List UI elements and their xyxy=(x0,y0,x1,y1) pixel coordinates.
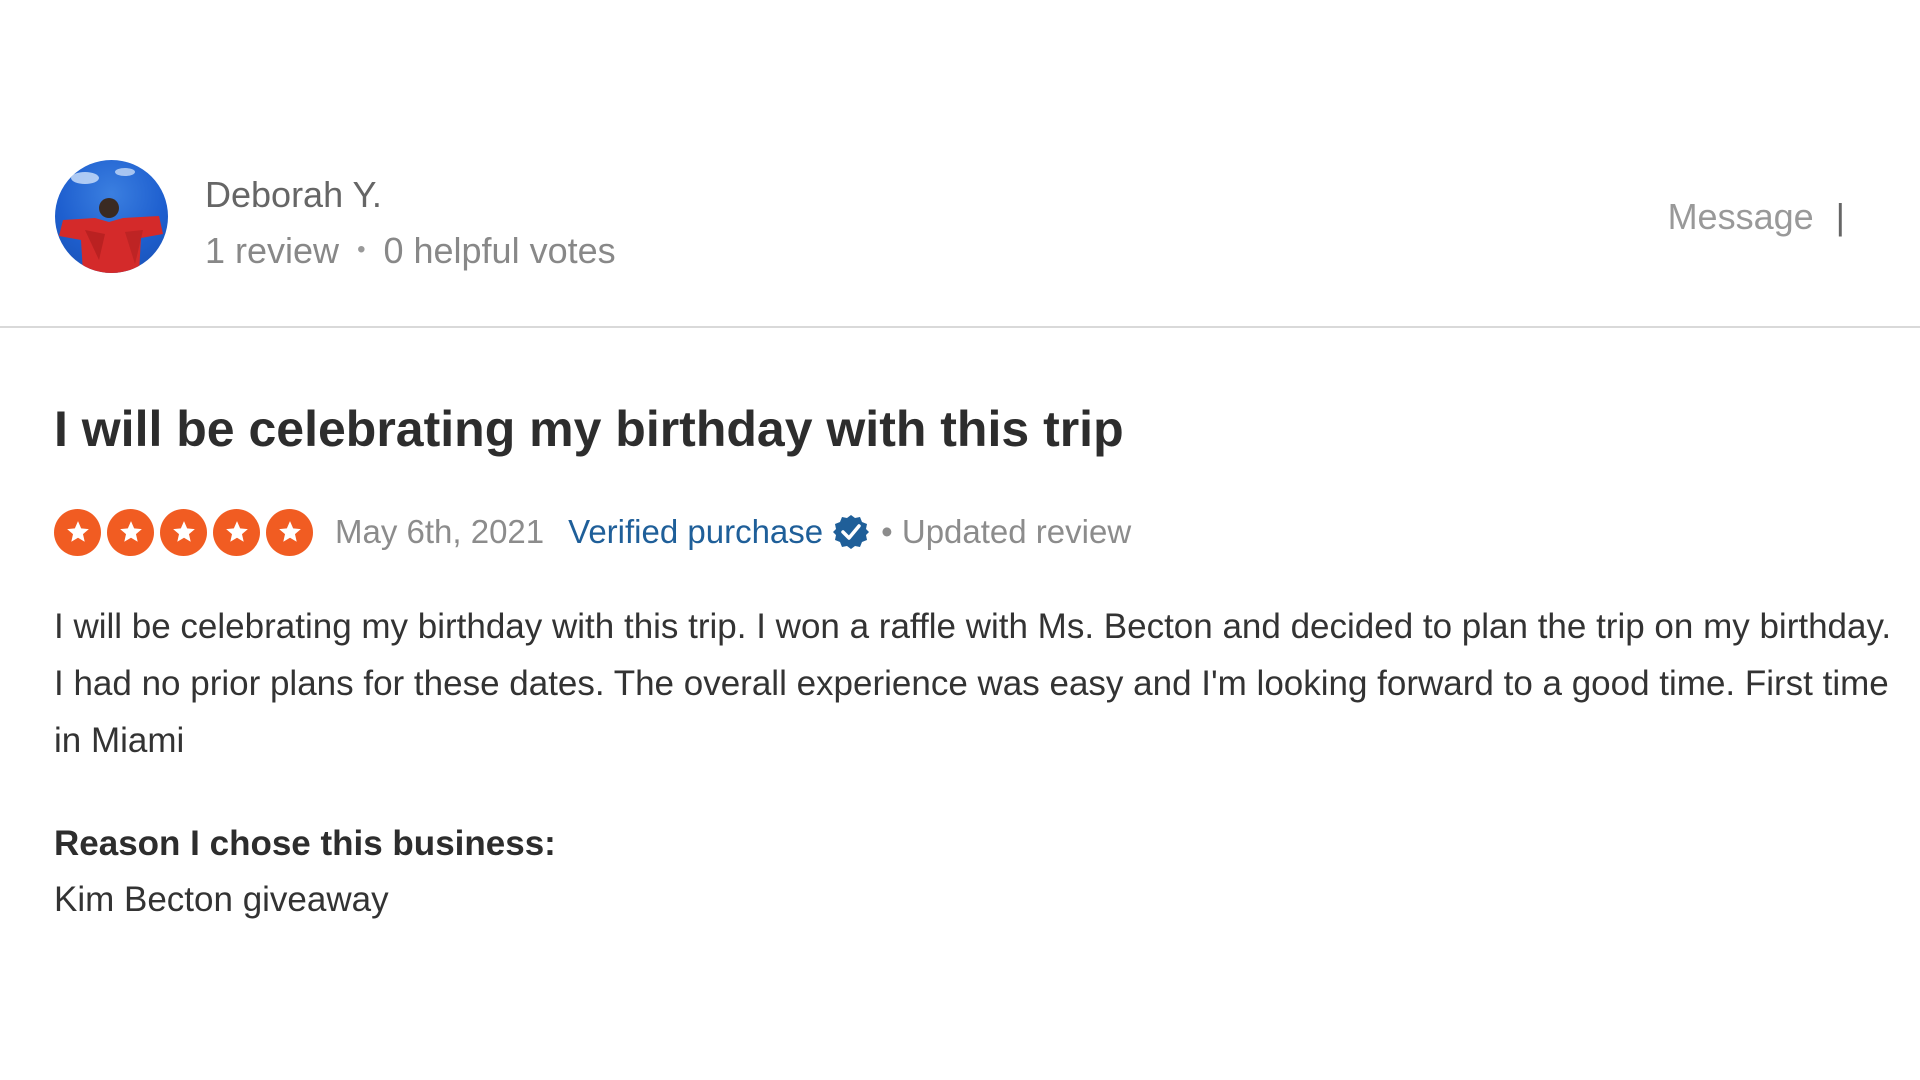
star-icon xyxy=(107,508,154,556)
updated-review-label: • Updated review xyxy=(881,513,1132,550)
verified-purchase-link[interactable]: Verified purchase xyxy=(568,513,823,551)
review-page: Deborah Y. 1 review • 0 helpful votes Mess… xyxy=(0,0,1920,1080)
avatar-image xyxy=(59,168,163,273)
star-rating xyxy=(54,508,313,556)
header-divider xyxy=(0,326,1920,328)
reviewer-stats: 1 review • 0 helpful votes xyxy=(205,230,616,272)
star-icon xyxy=(213,508,260,556)
helpful-votes: 0 helpful votes xyxy=(383,230,616,271)
check-circle-icon xyxy=(833,515,870,549)
message-link[interactable]: Message xyxy=(1668,196,1814,237)
review-title: I will be celebrating my birthday with t… xyxy=(54,401,1124,457)
star-icon xyxy=(160,508,207,556)
stats-separator: • xyxy=(357,236,366,263)
reason-label: Reason I chose this business: xyxy=(54,824,556,863)
reviewer-header: Deborah Y. 1 review • 0 helpful votes Mess… xyxy=(55,160,1895,280)
review-count: 1 review xyxy=(205,230,340,271)
rating-row: May 6th, 2021 Verified purchase • Update… xyxy=(54,506,1131,558)
avatar[interactable] xyxy=(55,160,168,273)
star-icon xyxy=(266,508,313,556)
reviewer-name[interactable]: Deborah Y. xyxy=(205,174,382,216)
review-date: May 6th, 2021 xyxy=(335,513,545,550)
reason-value: Kim Becton giveaway xyxy=(54,880,389,919)
action-separator: | xyxy=(1835,196,1845,237)
star-icon xyxy=(54,508,101,556)
review-body: I will be celebrating my birthday with t… xyxy=(54,607,1892,760)
message-action: Message | xyxy=(1668,196,1845,238)
